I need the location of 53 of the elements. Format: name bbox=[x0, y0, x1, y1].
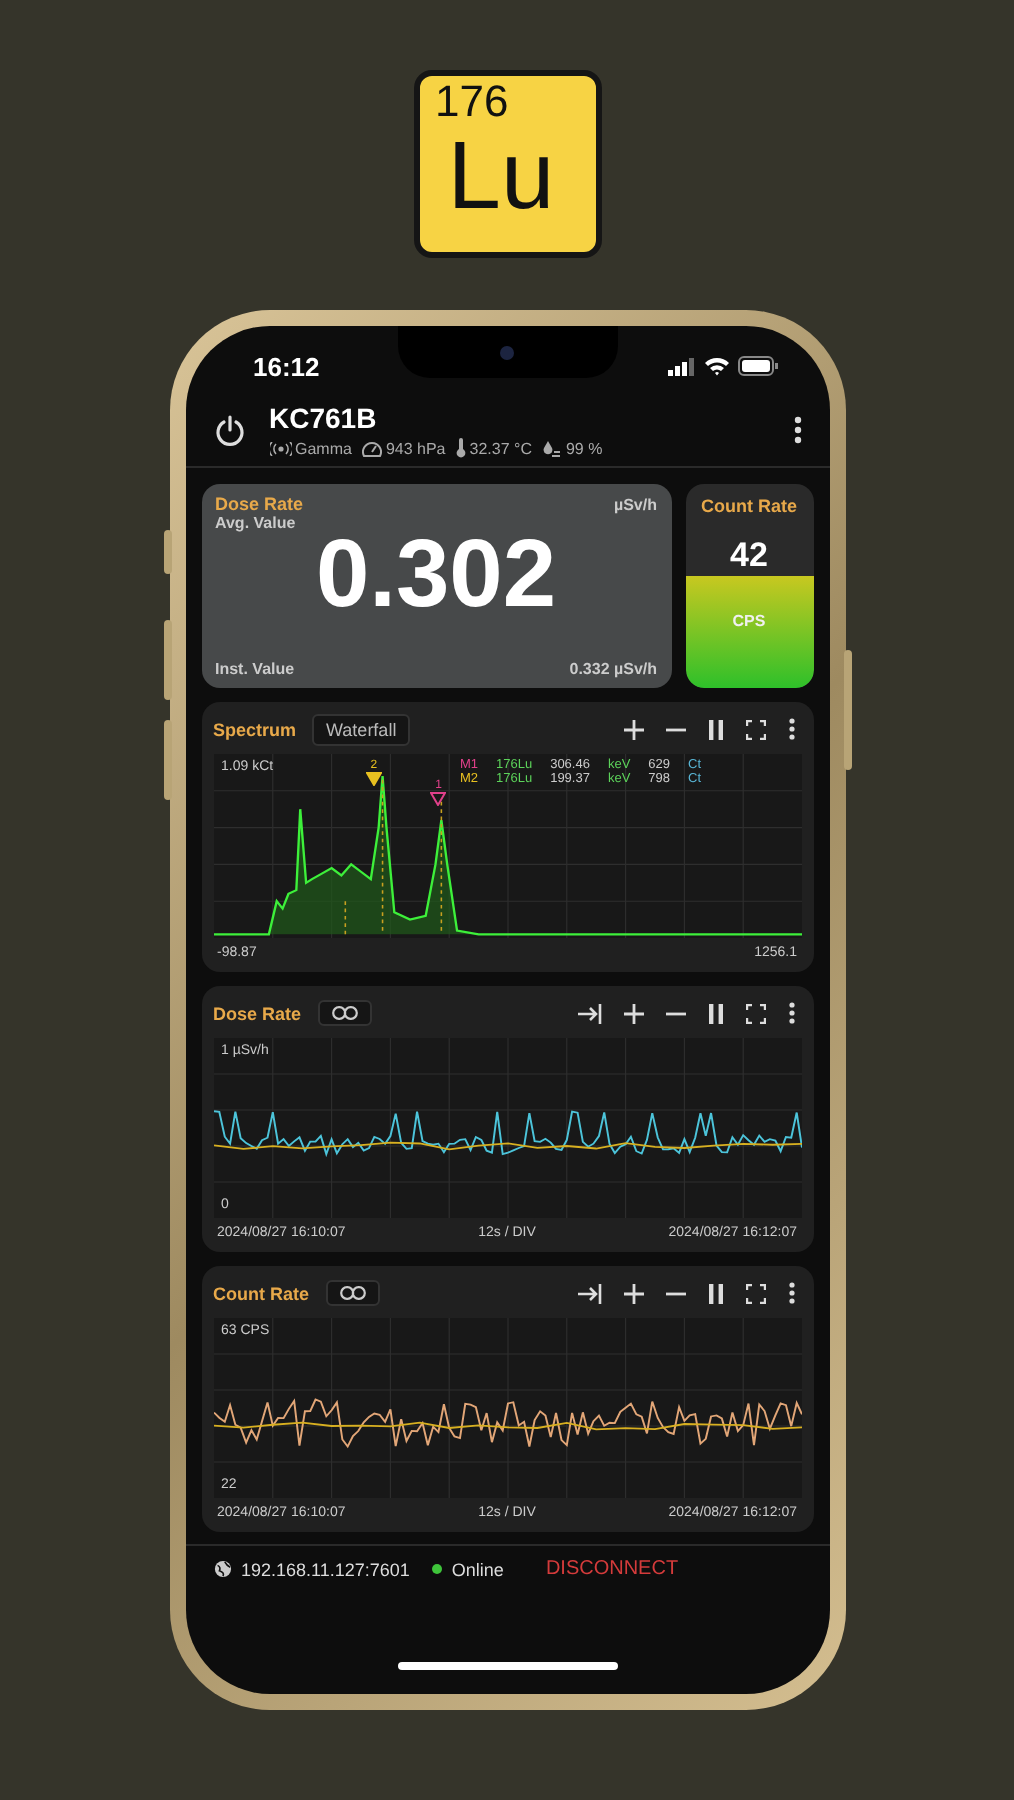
plus-icon bbox=[623, 719, 643, 739]
wifi-icon bbox=[703, 356, 729, 376]
unit-label: µSv/h bbox=[613, 495, 657, 513]
element-symbol: Lu bbox=[447, 128, 555, 228]
link-icon bbox=[339, 1286, 365, 1300]
inst-label: Inst. Value bbox=[215, 660, 295, 678]
pause-icon bbox=[707, 719, 723, 739]
more-icon bbox=[787, 718, 795, 740]
avg-label: Avg. Value bbox=[215, 514, 298, 532]
connection-status: Online bbox=[451, 1559, 504, 1579]
more-icon bbox=[787, 1002, 795, 1024]
waterfall-tab[interactable]: Waterfall bbox=[312, 713, 411, 745]
link-button[interactable] bbox=[325, 1280, 379, 1306]
ip-address: 192.168.11.127:7601 bbox=[241, 1559, 410, 1579]
more-icon bbox=[787, 1282, 795, 1304]
card-title: Dose Rate bbox=[215, 494, 304, 514]
dose-rate-value: 0.302 bbox=[313, 532, 559, 632]
arrow-to-bar-icon bbox=[577, 1003, 601, 1023]
unit-label: CPS bbox=[732, 612, 766, 630]
fullscreen-icon bbox=[745, 719, 765, 739]
clock-time: 16:12 bbox=[253, 351, 320, 381]
panel-title: Count Rate bbox=[213, 1283, 309, 1303]
disconnect-button[interactable]: DISCONNECT bbox=[545, 1558, 679, 1580]
pause-icon bbox=[707, 1003, 723, 1023]
humidity-icon bbox=[541, 439, 562, 457]
gauge-icon bbox=[361, 439, 382, 457]
plus-icon bbox=[623, 1003, 643, 1023]
pressure-reading: 943 hPa bbox=[385, 439, 446, 457]
device-name: KC761B bbox=[269, 402, 379, 434]
radiation-signal-icon bbox=[269, 441, 291, 455]
temperature-reading: 32.37 °C bbox=[469, 439, 532, 457]
link-button[interactable] bbox=[317, 1000, 372, 1026]
camera-icon bbox=[500, 345, 514, 359]
more-icon bbox=[793, 416, 801, 444]
count-rate-value: 42 bbox=[730, 536, 768, 576]
fullscreen-icon bbox=[745, 1003, 765, 1023]
panel-title: Spectrum bbox=[213, 719, 297, 739]
battery-icon bbox=[737, 356, 777, 376]
humidity-reading: 99 % bbox=[565, 439, 603, 457]
card-title: Count Rate bbox=[701, 496, 797, 516]
panel-title: Dose Rate bbox=[213, 1003, 302, 1023]
signal-icon bbox=[667, 357, 695, 375]
plus-icon bbox=[623, 1283, 643, 1303]
power-icon bbox=[213, 414, 245, 446]
fullscreen-icon bbox=[745, 1283, 765, 1303]
inst-value: 0.332 µSv/h bbox=[569, 660, 657, 678]
arrow-to-bar-icon bbox=[577, 1283, 601, 1303]
mass-number: 176 bbox=[435, 76, 509, 128]
link-icon bbox=[331, 1006, 358, 1020]
pause-icon bbox=[707, 1283, 723, 1303]
thermometer-icon bbox=[455, 438, 466, 458]
globe-icon bbox=[213, 1560, 231, 1578]
mode-label: Gamma bbox=[295, 439, 352, 457]
